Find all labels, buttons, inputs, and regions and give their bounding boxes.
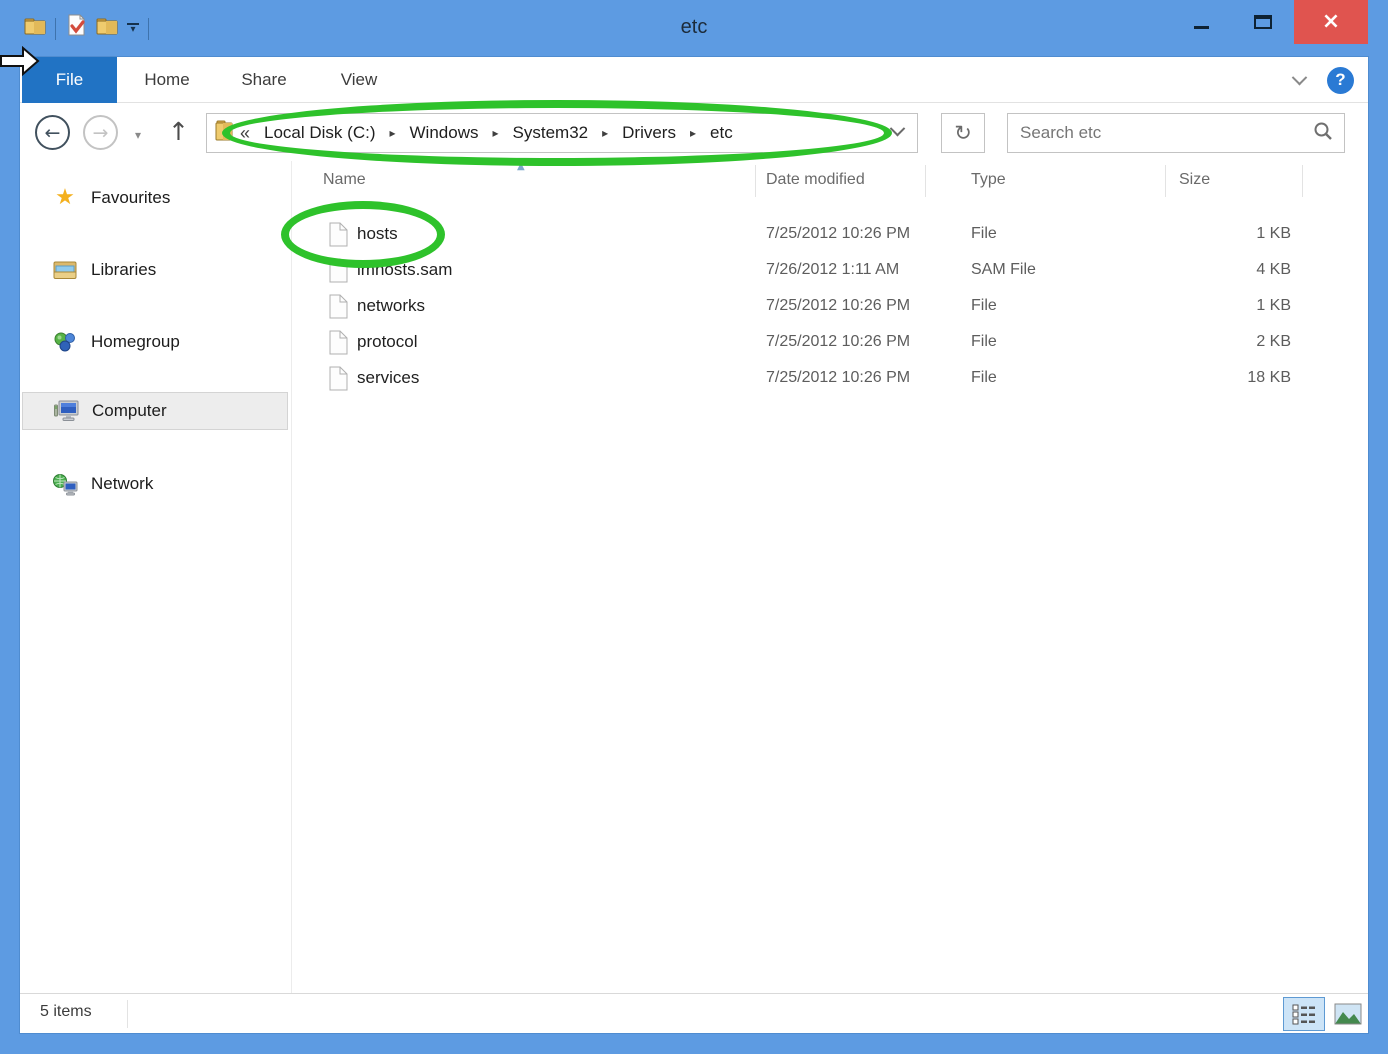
search-box — [1007, 113, 1345, 153]
properties-check-icon[interactable] — [65, 14, 87, 43]
window-title: etc — [681, 16, 708, 39]
column-resize-handle[interactable] — [755, 165, 756, 197]
file-icon — [329, 222, 348, 252]
star-icon: ★ — [50, 187, 80, 209]
search-icon[interactable] — [1313, 121, 1333, 146]
window-controls: × — [1170, 0, 1368, 44]
file-icon — [329, 330, 348, 360]
sort-ascending-icon[interactable]: ▲ — [517, 161, 525, 172]
main-pane: ★ Favourites Libraries — [20, 161, 1368, 993]
ribbon-tab-strip: File Home Share View ? — [20, 57, 1368, 103]
file-row-hosts[interactable]: hosts 7/25/2012 10:26 PM File 1 KB — [291, 217, 1368, 253]
search-input[interactable] — [1008, 123, 1313, 143]
computer-icon — [51, 400, 81, 423]
back-arrow-icon: ← — [45, 122, 61, 144]
forward-button[interactable]: → — [83, 115, 118, 150]
close-icon: × — [1322, 11, 1340, 33]
close-button[interactable]: × — [1294, 0, 1368, 44]
up-one-level-button[interactable]: ↑ — [168, 117, 189, 146]
toolbar-dropdown-icon[interactable]: ▾ — [127, 23, 139, 34]
file-icon — [329, 366, 348, 396]
sidebar-item-network[interactable]: Network — [22, 465, 288, 503]
tab-file[interactable]: File — [22, 57, 117, 103]
sidebar-item-computer[interactable]: Computer — [22, 392, 288, 430]
address-folder-icon — [214, 119, 234, 148]
breadcrumb-item-windows[interactable]: Windows — [410, 123, 479, 143]
breadcrumb-collapse-chevrons-icon[interactable]: « — [240, 123, 250, 144]
file-icon — [329, 258, 348, 288]
tab-home[interactable]: Home — [122, 57, 212, 103]
file-list: ▲ Name Date modified Type Size hosts 7/2… — [291, 161, 1368, 993]
homegroup-icon — [50, 331, 80, 353]
breadcrumb-arrow-icon[interactable]: ▸ — [492, 126, 498, 140]
details-view-button[interactable] — [1283, 997, 1325, 1031]
breadcrumb: « Local Disk (C:) ▸ Windows ▸ System32 ▸… — [240, 123, 733, 144]
explorer-window: ▾ etc × File Home Share View ? — [0, 0, 1388, 1054]
thumbnail-view-button[interactable] — [1329, 997, 1367, 1031]
folder-icon[interactable] — [96, 17, 118, 41]
toolbar-separator — [148, 18, 149, 40]
network-icon — [50, 473, 80, 496]
column-header-size[interactable]: Size — [1179, 171, 1210, 189]
column-header-name[interactable]: Name — [323, 171, 366, 189]
thumbnail-view-icon — [1334, 1003, 1362, 1025]
maximize-button[interactable] — [1232, 0, 1294, 44]
status-bar: 5 items — [20, 993, 1368, 1033]
column-resize-handle[interactable] — [925, 165, 926, 197]
quick-access-toolbar: ▾ — [24, 14, 149, 43]
back-button[interactable]: ← — [35, 115, 70, 150]
column-header-date-modified[interactable]: Date modified — [766, 171, 865, 189]
address-bar[interactable]: « Local Disk (C:) ▸ Windows ▸ System32 ▸… — [206, 113, 918, 153]
refresh-button[interactable]: ↻ — [941, 113, 985, 153]
forward-arrow-icon: → — [93, 122, 109, 144]
breadcrumb-item-local-disk[interactable]: Local Disk (C:) — [264, 123, 375, 143]
sidebar-item-homegroup[interactable]: Homegroup — [22, 323, 288, 361]
file-row-lmhosts[interactable]: lmhosts.sam 7/26/2012 1:11 AM SAM File 4… — [291, 253, 1368, 289]
file-row-networks[interactable]: networks 7/25/2012 10:26 PM File 1 KB — [291, 289, 1368, 325]
breadcrumb-item-drivers[interactable]: Drivers — [622, 123, 676, 143]
navigation-bar: ← → ▾ ↑ « Local Disk (C:) ▸ — [20, 104, 1368, 161]
toolbar-separator — [55, 18, 56, 40]
libraries-icon — [50, 260, 80, 281]
breadcrumb-arrow-icon[interactable]: ▸ — [602, 126, 608, 140]
help-icon[interactable]: ? — [1327, 67, 1354, 94]
column-header-type[interactable]: Type — [971, 171, 1006, 189]
file-row-protocol[interactable]: protocol 7/25/2012 10:26 PM File 2 KB — [291, 325, 1368, 361]
breadcrumb-item-system32[interactable]: System32 — [513, 123, 589, 143]
sidebar-item-favourites[interactable]: ★ Favourites — [22, 179, 288, 217]
file-row-services[interactable]: services 7/25/2012 10:26 PM File 18 KB — [291, 361, 1368, 397]
window-content: File Home Share View ? ← → ▾ ↑ — [20, 57, 1368, 1033]
file-icon — [329, 294, 348, 324]
status-separator — [127, 1000, 128, 1028]
column-resize-handle[interactable] — [1302, 165, 1303, 197]
breadcrumb-item-etc[interactable]: etc — [710, 123, 733, 143]
minimize-button[interactable] — [1170, 0, 1232, 44]
recent-locations-dropdown-icon[interactable]: ▾ — [135, 128, 141, 142]
refresh-icon: ↻ — [954, 121, 972, 145]
item-count: 5 items — [40, 1003, 92, 1021]
address-history-chevron-icon[interactable] — [890, 121, 906, 137]
breadcrumb-arrow-icon[interactable]: ▸ — [389, 126, 395, 140]
column-resize-handle[interactable] — [1165, 165, 1166, 197]
tab-view[interactable]: View — [316, 57, 402, 103]
expand-ribbon-chevron-icon[interactable] — [1292, 69, 1308, 85]
details-view-icon — [1291, 1002, 1317, 1026]
sidebar-item-libraries[interactable]: Libraries — [22, 251, 288, 289]
folder-icon[interactable] — [24, 17, 46, 41]
tab-share[interactable]: Share — [220, 57, 308, 103]
breadcrumb-arrow-icon[interactable]: ▸ — [690, 126, 696, 140]
title-bar: ▾ etc × — [0, 0, 1388, 57]
